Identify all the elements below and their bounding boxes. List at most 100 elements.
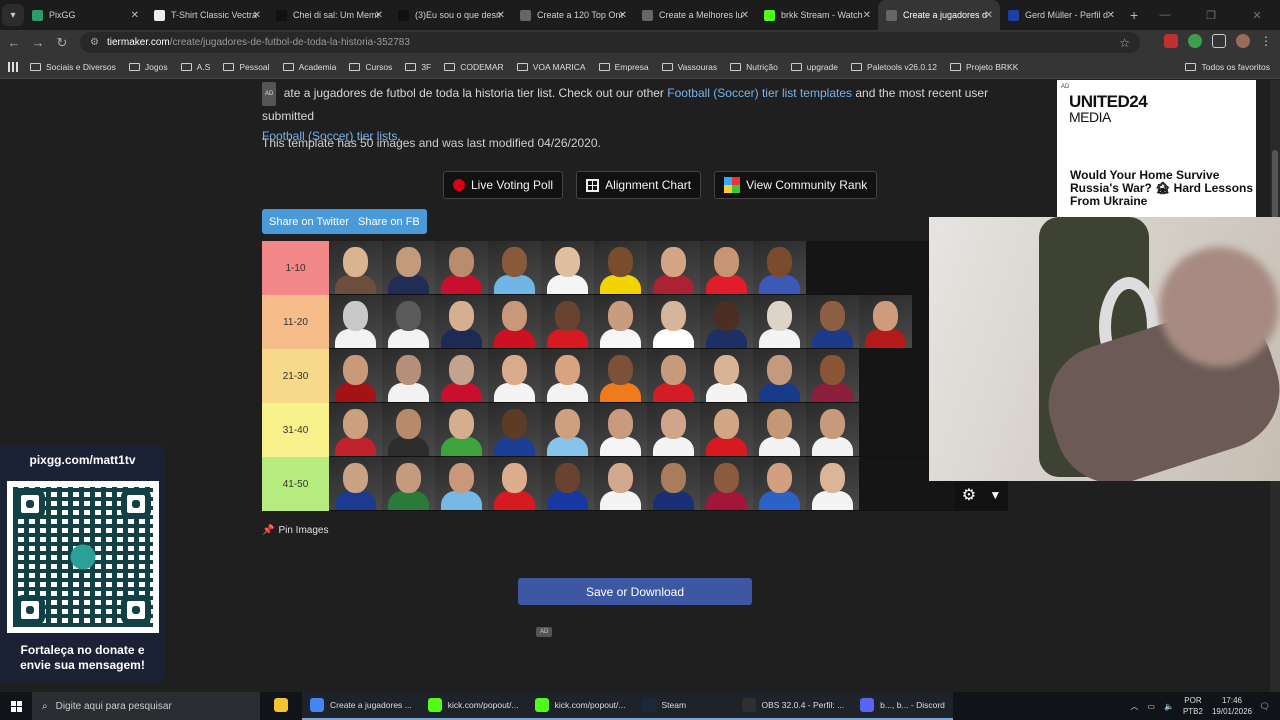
tab-close-icon[interactable]: ✕: [863, 10, 871, 21]
player-image[interactable]: [488, 295, 541, 348]
player-image[interactable]: [329, 403, 382, 456]
player-image[interactable]: [541, 241, 594, 294]
player-image[interactable]: [594, 349, 647, 402]
share-fb-button[interactable]: Share on FB: [351, 209, 427, 234]
bookmark-item[interactable]: Cursos: [349, 62, 392, 72]
bookmark-item[interactable]: Jogos: [128, 62, 168, 72]
player-image[interactable]: [859, 295, 912, 348]
browser-tab[interactable]: PixGG ✕: [24, 0, 146, 30]
bookmark-item[interactable]: 3F: [405, 62, 431, 72]
browser-tab[interactable]: Create a Melhores lu ✕: [634, 0, 756, 30]
bookmark-item[interactable]: Nutrição: [730, 62, 778, 72]
player-image[interactable]: [753, 349, 806, 402]
bookmark-item[interactable]: Paletools v26.0.12: [851, 62, 937, 72]
player-image[interactable]: [806, 295, 859, 348]
player-image[interactable]: [806, 403, 859, 456]
start-button[interactable]: [0, 700, 32, 712]
player-image[interactable]: [541, 457, 594, 510]
bookmark-item[interactable]: A.S: [180, 62, 210, 72]
tab-close-icon[interactable]: ✕: [619, 10, 627, 21]
extension-icon[interactable]: [1188, 34, 1202, 48]
bookmark-item[interactable]: CODEMAR: [444, 62, 504, 72]
bookmark-item[interactable]: Vassouras: [661, 62, 717, 72]
taskbar-app[interactable]: b..., b... - Discord: [852, 692, 953, 720]
player-image[interactable]: [700, 241, 753, 294]
taskbar-app[interactable]: Steam: [633, 692, 734, 720]
player-image[interactable]: [435, 457, 488, 510]
player-image[interactable]: [753, 403, 806, 456]
player-image[interactable]: [382, 403, 435, 456]
player-image[interactable]: [488, 403, 541, 456]
player-image[interactable]: [382, 241, 435, 294]
browser-tab[interactable]: Create a jugadores d ✕: [878, 0, 1000, 30]
taskbar-app[interactable]: kick.com/popout/...: [419, 692, 527, 720]
player-image[interactable]: [753, 241, 806, 294]
taskbar-search[interactable]: ⌕ Digite aqui para pesquisar: [32, 692, 260, 720]
bookmark-item[interactable]: Pessoal: [223, 62, 270, 72]
site-info-icon[interactable]: ⚙: [90, 37, 99, 48]
tab-close-icon[interactable]: ✕: [741, 10, 749, 21]
player-image[interactable]: [541, 403, 594, 456]
player-image[interactable]: [594, 241, 647, 294]
right-advertisement[interactable]: AD UNITED24 MEDIA Would Your Home Surviv…: [1057, 80, 1256, 217]
player-image[interactable]: [753, 457, 806, 510]
address-bar[interactable]: ⚙ tiermaker.com/create/jugadores-de-futb…: [80, 32, 1140, 53]
tab-close-icon[interactable]: ✕: [131, 10, 139, 21]
player-image[interactable]: [594, 457, 647, 510]
player-image[interactable]: [647, 457, 700, 510]
gear-icon[interactable]: ⚙: [962, 485, 976, 505]
tier-label[interactable]: 41-50: [262, 457, 329, 511]
player-image[interactable]: [647, 403, 700, 456]
alignment-chart-button[interactable]: Alignment Chart: [576, 171, 702, 199]
player-image[interactable]: [806, 457, 859, 510]
player-image[interactable]: [435, 403, 488, 456]
network-icon[interactable]: ▭: [1147, 702, 1155, 711]
player-image[interactable]: [435, 349, 488, 402]
language-indicator[interactable]: POR PTB2: [1183, 695, 1203, 717]
player-image[interactable]: [488, 349, 541, 402]
player-image[interactable]: [700, 349, 753, 402]
tab-close-icon[interactable]: ✕: [497, 10, 505, 21]
player-image[interactable]: [700, 457, 753, 510]
player-image[interactable]: [647, 295, 700, 348]
player-image[interactable]: [541, 349, 594, 402]
tier-label[interactable]: 31-40: [262, 403, 329, 457]
taskbar-app[interactable]: Create a jugadores ...: [302, 692, 420, 720]
taskbar-app[interactable]: OBS 32.0.4 - Perfil: ...: [733, 692, 853, 720]
browser-tab[interactable]: Create a 120 Top One ✕: [512, 0, 634, 30]
player-image[interactable]: [329, 241, 382, 294]
browser-tab[interactable]: T-Shirt Classic Vectra ✕: [146, 0, 268, 30]
player-image[interactable]: [435, 295, 488, 348]
player-image[interactable]: [647, 349, 700, 402]
share-twitter-button[interactable]: Share on Twitter: [262, 209, 356, 234]
reload-icon[interactable]: ↻: [50, 35, 74, 51]
player-image[interactable]: [594, 295, 647, 348]
forward-icon[interactable]: →: [26, 35, 50, 50]
player-image[interactable]: [435, 241, 488, 294]
close-window-button[interactable]: ✕: [1234, 9, 1280, 22]
pin-images-toggle[interactable]: 📌 Pin Images: [262, 525, 328, 536]
tab-close-icon[interactable]: ✕: [1107, 10, 1115, 21]
player-image[interactable]: [382, 457, 435, 510]
tab-close-icon[interactable]: ✕: [985, 10, 993, 21]
tier-label[interactable]: 11-20: [262, 295, 329, 349]
live-voting-poll-button[interactable]: Live Voting Poll: [443, 171, 564, 199]
tray-up-icon[interactable]: ︿: [1130, 701, 1138, 712]
bookmark-item[interactable]: Projeto BRKK: [949, 62, 1018, 72]
player-image[interactable]: [647, 241, 700, 294]
player-image[interactable]: [806, 349, 859, 402]
player-image[interactable]: [382, 295, 435, 348]
bookmark-item[interactable]: Academia: [282, 62, 336, 72]
player-image[interactable]: [329, 349, 382, 402]
chevron-down-icon[interactable]: ▼: [989, 488, 1001, 502]
player-image[interactable]: [329, 457, 382, 510]
browser-tab[interactable]: brkk Stream - Watch ✕: [756, 0, 878, 30]
apps-grid-icon[interactable]: [8, 61, 18, 72]
extensions-puzzle-icon[interactable]: [1212, 34, 1226, 48]
all-bookmarks[interactable]: Todos os favoritos: [1185, 62, 1270, 72]
new-tab-button[interactable]: +: [1130, 7, 1138, 23]
browser-menu-icon[interactable]: ⋮: [1260, 34, 1272, 48]
bookmark-item[interactable]: VOA MARICA: [516, 62, 586, 72]
player-image[interactable]: [541, 295, 594, 348]
browser-tab[interactable]: Gerd Müller - Perfil d ✕: [1000, 0, 1122, 30]
